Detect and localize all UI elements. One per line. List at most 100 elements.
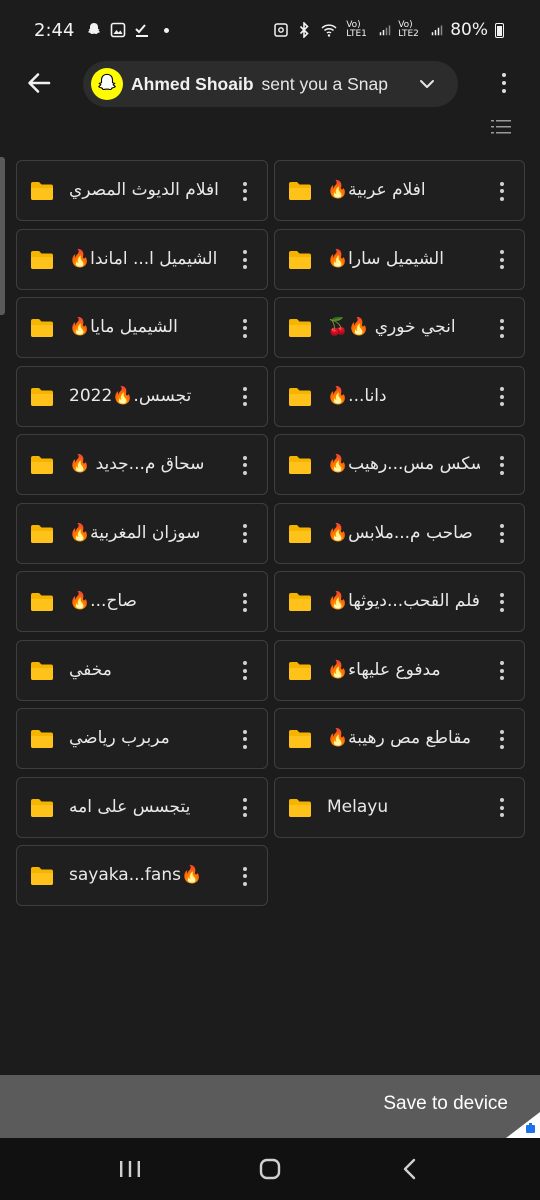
folder-more-button[interactable] <box>237 794 253 822</box>
dot <box>243 539 247 543</box>
recent-apps-button[interactable] <box>100 1149 160 1189</box>
dot <box>243 805 247 810</box>
signal-1-icon <box>379 25 391 36</box>
dot <box>502 81 506 85</box>
folder-card-18[interactable]: 🔥مقاطع مص رهيبة <box>274 708 525 769</box>
snap-notification-banner[interactable]: Ahmed Shoaib sent you a Snap <box>83 61 458 107</box>
dot <box>500 257 504 262</box>
folder-more-button[interactable] <box>237 725 253 753</box>
folder-card-19[interactable]: يتجسس على امه <box>16 776 268 838</box>
nav-back-button[interactable] <box>380 1149 440 1189</box>
dot <box>500 455 504 460</box>
dot <box>500 250 504 254</box>
folder-card-8[interactable]: 🔥...دانا <box>274 365 525 427</box>
dot <box>500 402 504 406</box>
folder-more-button[interactable] <box>237 657 253 685</box>
dot <box>500 539 504 543</box>
folder-icon <box>289 524 311 543</box>
folder-name: 🔥افلام عربية <box>327 180 426 200</box>
dot <box>243 668 247 673</box>
nfc-icon <box>274 23 288 37</box>
dot <box>243 326 247 330</box>
home-button[interactable] <box>240 1149 300 1189</box>
folder-card-10[interactable]: 🔥سكس مس...رهيب <box>274 434 525 495</box>
folder-card-7[interactable]: تجسس.🔥2022 <box>16 365 268 427</box>
folder-more-button[interactable] <box>237 588 253 616</box>
folder-more-button[interactable] <box>494 520 510 548</box>
folder-card-9[interactable]: 🔥 سحاق م...جديد <box>16 434 268 495</box>
folder-more-button[interactable] <box>494 588 510 616</box>
dot <box>243 333 247 338</box>
folder-more-button[interactable] <box>237 314 253 342</box>
folder-more-button[interactable] <box>494 314 510 342</box>
arrow-left-icon <box>28 73 51 93</box>
folder-more-button[interactable] <box>494 383 510 411</box>
folder-more-button[interactable] <box>237 177 253 205</box>
folder-more-button[interactable] <box>494 451 510 479</box>
drive-corner-icon[interactable] <box>506 1112 540 1138</box>
status-time: 2:44 <box>34 19 75 41</box>
dot <box>500 531 504 536</box>
folder-name: 🔥الشيميل سارا <box>327 248 444 269</box>
network-label-2: Vo) LTE2 <box>398 20 419 39</box>
folder-icon <box>31 387 53 406</box>
folder-name: 🍒🔥 انجي خوري <box>327 317 456 337</box>
folder-name: تجسس.🔥2022 <box>69 385 192 406</box>
save-to-device-button[interactable]: Save to device <box>383 1093 508 1115</box>
dot <box>243 744 247 749</box>
dot <box>243 676 247 680</box>
more-options-button[interactable] <box>492 69 516 97</box>
folder-card-15[interactable]: مخفي <box>16 639 268 701</box>
back-button[interactable] <box>22 66 56 100</box>
folder-card-5[interactable]: 🔥الشيميل مايا <box>16 297 268 358</box>
list-view-icon[interactable] <box>491 118 511 136</box>
folder-card-6[interactable]: 🍒🔥 انجي خوري <box>274 297 525 358</box>
scroll-indicator[interactable] <box>0 157 5 315</box>
folder-card-21[interactable]: sayaka...fans🔥 <box>16 845 268 906</box>
folder-more-button[interactable] <box>494 725 510 753</box>
folder-more-button[interactable] <box>237 451 253 479</box>
folder-card-14[interactable]: 🔥فلم القحب...ديوثها <box>274 571 525 632</box>
dot <box>243 189 247 193</box>
dot <box>243 866 247 871</box>
dot <box>500 607 504 612</box>
dot <box>243 607 247 612</box>
folder-card-4[interactable]: 🔥الشيميل سارا <box>274 228 525 290</box>
folder-more-button[interactable] <box>237 862 253 890</box>
dot <box>243 874 247 878</box>
folder-card-11[interactable]: 🔥سوزان المغربية <box>16 502 268 564</box>
folder-card-12[interactable]: 🔥صاحب م...ملابس <box>274 502 525 564</box>
dot <box>243 531 247 536</box>
chevron-down-icon[interactable] <box>418 75 436 93</box>
folder-more-button[interactable] <box>494 177 510 205</box>
dot <box>243 470 247 475</box>
folder-more-button[interactable] <box>237 383 253 411</box>
folder-card-16[interactable]: 🔥مدفوع عليهاء <box>274 639 525 701</box>
folder-name: Melayu <box>327 796 389 817</box>
folder-more-button[interactable] <box>494 246 510 274</box>
dot <box>243 250 247 254</box>
folder-card-2[interactable]: 🔥افلام عربية <box>274 160 525 221</box>
folder-more-button[interactable] <box>237 246 253 274</box>
dot <box>243 524 247 528</box>
folder-more-button[interactable] <box>494 657 510 685</box>
dot <box>243 455 247 460</box>
folder-card-3[interactable]: 🔥الشيميل ا... اماندا <box>16 228 268 290</box>
folder-more-button[interactable] <box>494 794 510 822</box>
folder-card-17[interactable]: مربرب رياضي <box>16 708 268 769</box>
chevron-left-icon <box>403 1158 416 1180</box>
folder-card-13[interactable]: 🔥...صاح <box>16 571 268 632</box>
dot <box>500 668 504 673</box>
dot <box>500 394 504 399</box>
dot <box>243 257 247 262</box>
dot <box>500 798 504 802</box>
folder-card-20[interactable]: Melayu <box>274 776 525 838</box>
battery-percent: 80% <box>450 20 488 40</box>
folder-icon <box>31 182 53 200</box>
dot <box>243 798 247 802</box>
folder-more-button[interactable] <box>237 520 253 548</box>
dot <box>243 737 247 741</box>
dot <box>243 813 247 817</box>
dot <box>502 73 506 77</box>
folder-card-1[interactable]: افلام الديوث المصري <box>16 160 268 221</box>
